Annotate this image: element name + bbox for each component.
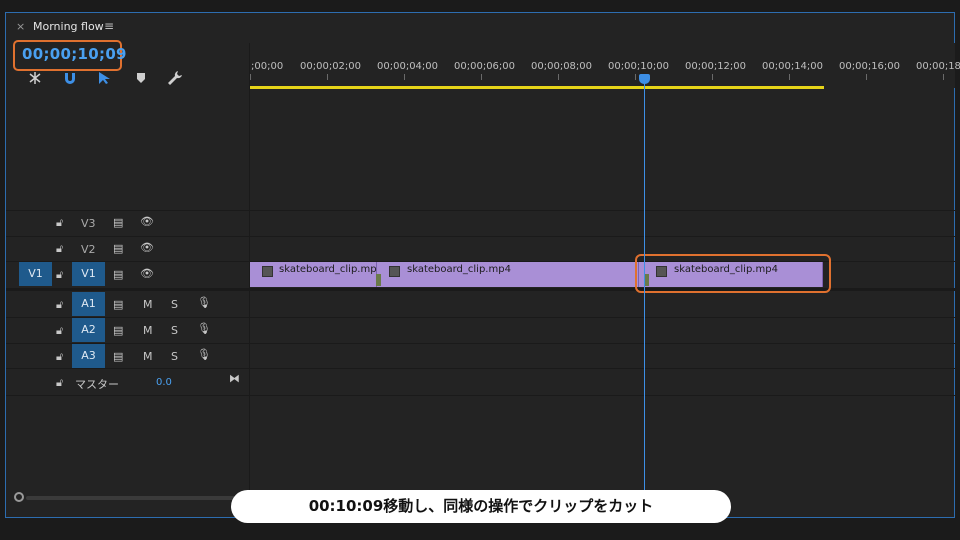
track-label-a3[interactable]: A3 bbox=[72, 344, 105, 368]
ruler-label: 00;00;14;00 bbox=[762, 61, 824, 72]
scroll-handle[interactable] bbox=[14, 492, 24, 502]
track-label-v1[interactable]: V1 bbox=[72, 262, 105, 286]
ruler-tick bbox=[712, 74, 713, 80]
edit-point-marker bbox=[376, 274, 381, 286]
settings-wrench-icon[interactable] bbox=[167, 70, 183, 86]
ruler-label: 00;00;18;0 bbox=[916, 61, 960, 72]
close-tab-icon[interactable]: × bbox=[16, 20, 25, 33]
ruler-tick bbox=[481, 74, 482, 80]
track-divider bbox=[6, 368, 955, 369]
track-divider bbox=[6, 236, 955, 237]
ruler-label: 00;00;16;00 bbox=[839, 61, 901, 72]
ruler-tick bbox=[943, 74, 944, 80]
microphone-icon[interactable]: 🎙︎ bbox=[197, 348, 211, 361]
playhead-line[interactable] bbox=[644, 80, 645, 518]
ruler-tick bbox=[789, 74, 790, 80]
sync-lock-icon[interactable]: ▤ bbox=[113, 350, 123, 363]
solo-button[interactable]: S bbox=[171, 298, 178, 311]
lock-icon[interactable]: 🔓︎ bbox=[56, 350, 63, 364]
track-label-a2[interactable]: A2 bbox=[72, 318, 105, 342]
track-label-v3[interactable]: V3 bbox=[81, 217, 96, 230]
sync-lock-icon[interactable]: ▤ bbox=[113, 242, 123, 255]
eye-icon[interactable]: 👁︎ bbox=[140, 215, 154, 228]
panel-menu-icon[interactable]: ≡ bbox=[104, 19, 114, 33]
track-divider bbox=[6, 343, 955, 344]
mute-button[interactable]: M bbox=[143, 350, 153, 363]
mute-button[interactable]: M bbox=[143, 298, 153, 311]
playhead-handle[interactable] bbox=[639, 74, 650, 84]
ruler-label: ;00;00 bbox=[251, 61, 284, 72]
scroll-track[interactable] bbox=[26, 496, 248, 500]
go-to-in-out-icon[interactable]: ⧓ bbox=[229, 372, 240, 385]
clip-name: skateboard_clip.mp4 bbox=[407, 264, 511, 275]
ruler-tick bbox=[327, 74, 328, 80]
ruler-label: 00;00;08;00 bbox=[531, 61, 593, 72]
panel-tab-bar bbox=[6, 13, 954, 43]
ruler-label: 00;00;06;00 bbox=[454, 61, 516, 72]
track-divider bbox=[6, 210, 955, 211]
sync-lock-icon[interactable]: ▤ bbox=[113, 324, 123, 337]
nest-sequence-icon[interactable] bbox=[27, 71, 43, 85]
lock-icon[interactable]: 🔓︎ bbox=[56, 242, 63, 256]
ruler-label: 00;00;04;00 bbox=[377, 61, 439, 72]
microphone-icon[interactable]: 🎙︎ bbox=[197, 296, 211, 309]
master-track-label: マスター bbox=[75, 378, 119, 391]
horizontal-zoom-scrollbar[interactable] bbox=[14, 492, 250, 504]
ruler-tick bbox=[404, 74, 405, 80]
track-label-v2[interactable]: V2 bbox=[81, 243, 96, 256]
sync-lock-icon[interactable]: ▤ bbox=[113, 268, 123, 281]
microphone-icon[interactable]: 🎙︎ bbox=[197, 322, 211, 335]
lock-icon[interactable]: 🔓︎ bbox=[56, 324, 63, 338]
mute-button[interactable]: M bbox=[143, 324, 153, 337]
eye-icon[interactable]: 👁︎ bbox=[140, 267, 154, 280]
source-patch-v1[interactable]: V1 bbox=[19, 262, 52, 286]
ruler-label: 00;00;10;00 bbox=[608, 61, 670, 72]
playhead-timecode[interactable]: 00;00;10;09 bbox=[22, 45, 127, 63]
eye-icon[interactable]: 👁︎ bbox=[140, 241, 154, 254]
ruler-tick bbox=[635, 74, 636, 80]
track-divider bbox=[6, 395, 955, 396]
lock-icon[interactable]: 🔓︎ bbox=[56, 268, 63, 282]
ruler-tick bbox=[558, 74, 559, 80]
sync-lock-icon[interactable]: ▤ bbox=[113, 298, 123, 311]
sync-lock-icon[interactable]: ▤ bbox=[113, 216, 123, 229]
fx-badge-icon bbox=[389, 266, 400, 277]
snap-magnet-icon[interactable] bbox=[63, 71, 77, 85]
master-volume-value[interactable]: 0.0 bbox=[156, 377, 172, 388]
clip-highlight bbox=[635, 254, 831, 293]
fx-badge-icon bbox=[262, 266, 273, 277]
lock-icon[interactable]: 🔓︎ bbox=[56, 298, 63, 312]
sequence-tab-title[interactable]: Morning flow bbox=[33, 20, 104, 33]
work-area-bar[interactable] bbox=[250, 86, 824, 89]
tutorial-caption: 00:10:09移動し、同様の操作でクリップをカット bbox=[231, 490, 731, 523]
ruler-label: 00;00;02;00 bbox=[300, 61, 362, 72]
clip-name: skateboard_clip.mp bbox=[279, 264, 377, 275]
track-label-a1[interactable]: A1 bbox=[72, 292, 105, 316]
solo-button[interactable]: S bbox=[171, 350, 178, 363]
ruler-tick bbox=[250, 74, 251, 80]
lock-icon[interactable]: 🔓︎ bbox=[56, 216, 63, 230]
ruler-tick bbox=[866, 74, 867, 80]
lock-icon[interactable]: 🔓︎ bbox=[56, 376, 63, 390]
track-divider bbox=[6, 317, 955, 318]
add-marker-icon[interactable] bbox=[135, 72, 147, 84]
solo-button[interactable]: S bbox=[171, 324, 178, 337]
linked-selection-icon[interactable] bbox=[97, 71, 113, 85]
ruler-label: 00;00;12;00 bbox=[685, 61, 747, 72]
